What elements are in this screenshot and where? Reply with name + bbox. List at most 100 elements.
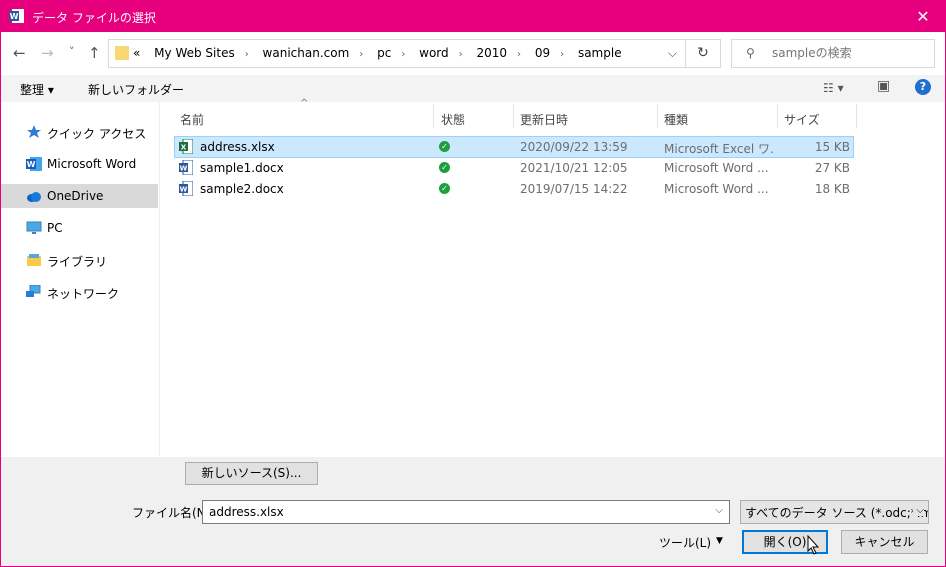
- refresh-button[interactable]: ↻: [685, 39, 721, 68]
- chevron-right-icon[interactable]: ›: [560, 49, 564, 60]
- nav-item-label: PC: [47, 221, 63, 235]
- file-date: 2021/10/21 12:05: [520, 161, 628, 175]
- new-source-button[interactable]: 新しいソース(S)...: [185, 462, 318, 485]
- file-date: 2020/09/22 13:59: [520, 140, 628, 154]
- cloud-icon: [27, 192, 41, 202]
- nav-item-label: ネットワーク: [47, 287, 120, 301]
- file-row[interactable]: X address.xlsx ✓ 2020/09/22 13:59 Micros…: [174, 136, 854, 158]
- svg-text:W: W: [180, 186, 188, 194]
- svg-text:W: W: [180, 165, 188, 173]
- command-bar: 整理 ▾ 新しいフォルダー ☷ ▾ ▣ ?: [1, 75, 945, 102]
- back-button[interactable]: ←: [13, 44, 26, 62]
- chevron-down-icon[interactable]: ⌵: [668, 46, 677, 61]
- chevron-right-icon[interactable]: ›: [359, 49, 363, 60]
- column-divider[interactable]: [513, 104, 514, 128]
- sync-status-icon: ✓: [439, 141, 450, 152]
- recent-locations-button[interactable]: ˅: [69, 45, 75, 58]
- file-size: 15 KB: [814, 140, 850, 154]
- file-type: Microsoft Word ...: [664, 182, 769, 196]
- breadcrumb-overflow[interactable]: «: [133, 46, 140, 60]
- nav-item-label: Microsoft Word: [47, 157, 137, 171]
- chevron-down-icon[interactable]: ⌵: [715, 505, 723, 516]
- cancel-button[interactable]: キャンセル: [841, 530, 928, 554]
- word-file-icon: W: [179, 181, 193, 196]
- dialog-footer: 新しいソース(S)... ファイル名(N): ⌵ すべてのデータ ソース (*.…: [1, 457, 945, 566]
- navigation-pane: クイック アクセス W Microsoft Word OneDrive PC ラ…: [1, 102, 160, 457]
- chevron-right-icon[interactable]: ›: [401, 49, 405, 60]
- sync-status-icon: ✓: [439, 162, 450, 173]
- breadcrumb-item[interactable]: 09: [535, 46, 550, 60]
- svg-text:X: X: [181, 144, 187, 152]
- filename-input[interactable]: [207, 504, 701, 520]
- chevron-right-icon[interactable]: ›: [245, 49, 249, 60]
- nav-item-label: クイック アクセス: [47, 127, 147, 141]
- file-list: ^ 名前 状態 更新日時 種類 サイズ X address.xlsx ✓ 202…: [161, 98, 945, 457]
- column-header-name[interactable]: 名前: [180, 111, 204, 128]
- search-input[interactable]: [770, 45, 924, 61]
- nav-item-pc[interactable]: PC: [1, 216, 158, 240]
- close-button[interactable]: ✕: [901, 1, 945, 32]
- new-folder-button[interactable]: 新しいフォルダー: [88, 81, 184, 98]
- search-box[interactable]: ⚲: [731, 39, 935, 68]
- svg-text:W: W: [27, 160, 36, 169]
- column-header-date[interactable]: 更新日時: [520, 111, 568, 128]
- column-header-status[interactable]: 状態: [441, 111, 465, 128]
- star-icon: [27, 125, 41, 138]
- word-icon: W: [26, 157, 42, 171]
- column-divider[interactable]: [856, 104, 857, 128]
- nav-item-microsoft-word[interactable]: W Microsoft Word: [1, 152, 158, 176]
- filename-field[interactable]: ⌵: [202, 500, 730, 524]
- address-bar[interactable]: « My Web Sites › wanichan.com › pc › word › …: [108, 39, 686, 68]
- window-title: データ ファイルの選択: [32, 11, 156, 25]
- tools-menu[interactable]: ツール(L): [659, 534, 711, 551]
- file-name: address.xlsx: [200, 140, 275, 154]
- folder-icon: [115, 46, 129, 60]
- help-button[interactable]: ?: [915, 79, 931, 95]
- nav-item-network[interactable]: ネットワーク: [1, 280, 158, 304]
- view-menu-button[interactable]: ☷ ▾: [823, 81, 844, 95]
- refresh-icon: ↻: [697, 45, 709, 61]
- column-divider[interactable]: [777, 104, 778, 128]
- file-date: 2019/07/15 14:22: [520, 182, 628, 196]
- breadcrumb-item[interactable]: sample: [578, 46, 622, 60]
- word-file-icon: W: [179, 160, 193, 175]
- chevron-right-icon[interactable]: ›: [517, 49, 521, 60]
- breadcrumb-item[interactable]: wanichan.com: [263, 46, 350, 60]
- file-size: 18 KB: [814, 182, 850, 196]
- svg-text:W: W: [10, 12, 19, 21]
- sort-indicator-icon: ^: [300, 98, 309, 109]
- tools-dropdown-icon[interactable]: ▼: [716, 536, 723, 546]
- nav-item-quick-access[interactable]: クイック アクセス: [1, 120, 158, 144]
- nav-item-onedrive[interactable]: OneDrive: [1, 184, 158, 208]
- title-bar: W データ ファイルの選択 ✕: [1, 1, 945, 32]
- chevron-down-icon: ⌵: [913, 505, 924, 516]
- breadcrumb-item[interactable]: word: [419, 46, 449, 60]
- search-icon: ⚲: [746, 46, 755, 60]
- file-type: Microsoft Excel ワ...: [664, 142, 774, 156]
- up-button[interactable]: ↑: [88, 44, 101, 62]
- column-divider[interactable]: [657, 104, 658, 128]
- breadcrumb-item[interactable]: My Web Sites: [154, 46, 235, 60]
- breadcrumb: « My Web Sites › wanichan.com › pc › word › …: [133, 46, 632, 60]
- file-size: 27 KB: [814, 161, 850, 175]
- column-divider[interactable]: [433, 104, 434, 128]
- column-header-type[interactable]: 種類: [664, 111, 688, 128]
- file-row[interactable]: W sample1.docx ✓ 2021/10/21 12:05 Micros…: [175, 158, 853, 178]
- breadcrumb-item[interactable]: 2010: [476, 46, 507, 60]
- file-row[interactable]: W sample2.docx ✓ 2019/07/15 14:22 Micros…: [175, 179, 853, 199]
- breadcrumb-item[interactable]: pc: [377, 46, 391, 60]
- forward-button[interactable]: →: [41, 44, 54, 62]
- monitor-icon: [26, 221, 42, 234]
- chevron-right-icon[interactable]: ›: [459, 49, 463, 60]
- help-icon: ?: [919, 80, 927, 93]
- nav-item-label: OneDrive: [47, 189, 104, 203]
- address-row: ← → ˅ ↑ « My Web Sites › wanichan.com › pc…: [1, 32, 945, 72]
- mouse-cursor-icon: [807, 535, 819, 555]
- column-header-size[interactable]: サイズ: [784, 111, 820, 128]
- preview-pane-button[interactable]: ▣: [877, 78, 890, 94]
- file-type-select[interactable]: すべてのデータ ソース (*.odc;*.mdb ⌵: [740, 500, 929, 524]
- organize-button[interactable]: 整理 ▾: [20, 81, 54, 98]
- nav-item-library[interactable]: ライブラリ: [1, 248, 158, 272]
- excel-file-icon: X: [179, 139, 193, 154]
- close-icon: ✕: [916, 7, 930, 26]
